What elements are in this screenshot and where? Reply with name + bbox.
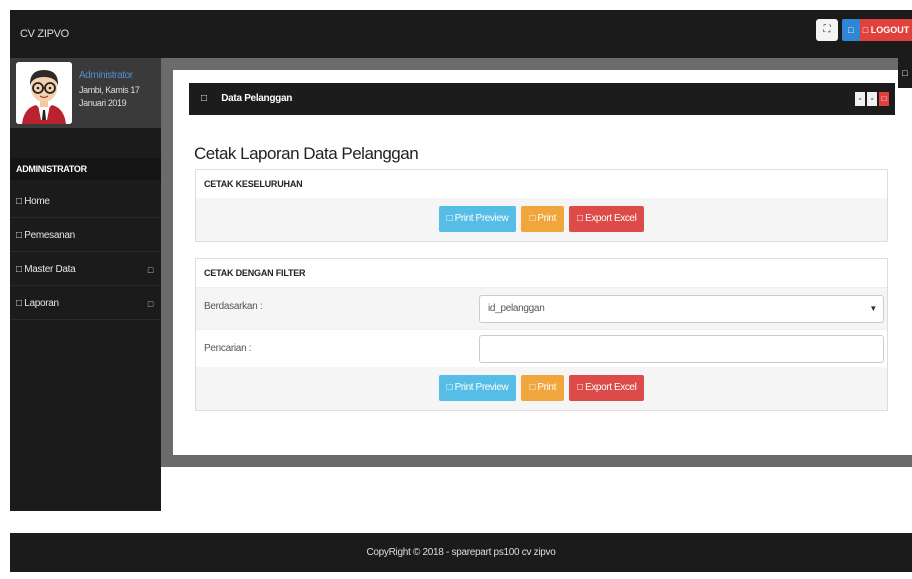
- sidebar-item-home[interactable]: □ Home: [10, 186, 161, 218]
- search-label: Pencarian :: [204, 343, 252, 354]
- print-all-title: CETAK KESELURUHAN: [196, 170, 887, 198]
- sidebar-item-pemesanan[interactable]: □ Pemesanan: [10, 220, 161, 252]
- filter-export-excel-button[interactable]: □ Export Excel: [569, 375, 645, 401]
- sidebar-item-master-data[interactable]: □ Master Data □: [10, 254, 161, 286]
- close-panel-button[interactable]: □: [879, 92, 889, 106]
- panel-header: □ Data Pelanggan - - □: [189, 83, 895, 115]
- based-on-select[interactable]: id_pelanggan ▼: [479, 295, 884, 323]
- print-filter-title: CETAK DENGAN FILTER: [196, 259, 887, 287]
- chevron-icon: □: [147, 265, 153, 275]
- filter-print-button[interactable]: □ Print: [521, 375, 564, 401]
- brand-name[interactable]: CV ZIPVO: [20, 28, 69, 40]
- print-button[interactable]: □ Print: [521, 206, 564, 232]
- logout-button[interactable]: □ LOGOUT: [860, 19, 912, 41]
- settings-side-tab[interactable]: □: [898, 58, 912, 88]
- fullscreen-button[interactable]: ⛶: [816, 19, 838, 41]
- print-filter-box: CETAK DENGAN FILTER Berdasarkan : id_pel…: [195, 258, 888, 411]
- user-panel: Administrator Jambi, Kamis 17 Januari 20…: [10, 58, 161, 128]
- dropdown-arrow-icon: ▼: [869, 304, 877, 313]
- filter-print-preview-button[interactable]: □ Print Preview: [438, 375, 517, 401]
- panel-tools: - - □: [853, 92, 889, 106]
- minimize-panel-button[interactable]: -: [867, 92, 877, 106]
- user-name: Administrator: [79, 70, 133, 81]
- print-preview-button[interactable]: □ Print Preview: [438, 206, 517, 232]
- export-excel-button[interactable]: □ Export Excel: [569, 206, 645, 232]
- footer: CopyRight © 2018 - sparepart ps100 cv zi…: [10, 533, 912, 572]
- print-all-actions: □ Print Preview □ Print □ Export Excel: [196, 198, 887, 241]
- page-title: Cetak Laporan Data Pelanggan: [194, 144, 419, 163]
- sidebar-item-laporan[interactable]: □ Laporan □: [10, 288, 161, 320]
- avatar-illustration-icon: [16, 62, 72, 124]
- based-on-label: Berdasarkan :: [204, 301, 263, 312]
- chevron-icon: □: [147, 299, 153, 309]
- content-area: □ Data Pelanggan - - □ Cetak Laporan Data …: [173, 70, 912, 455]
- search-row: Pencarian :: [196, 329, 887, 367]
- sidebar: Administrator Jambi, Kamis 17 Januari 20…: [10, 58, 161, 511]
- print-all-box: CETAK KESELURUHAN □ Print Preview □ Prin…: [195, 169, 888, 242]
- content-frame: □ Data Pelanggan - - □ Cetak Laporan Data …: [161, 58, 912, 467]
- top-navbar: CV ZIPVO ⛶ □ □ LOGOUT: [10, 10, 912, 58]
- sidebar-item-label: □ Pemesanan: [16, 230, 75, 241]
- panel-title: Data Pelanggan: [221, 93, 293, 104]
- avatar: [16, 62, 72, 124]
- based-on-selected-value: id_pelanggan: [488, 303, 545, 314]
- search-input[interactable]: [479, 335, 884, 363]
- based-on-row: Berdasarkan : id_pelanggan ▼: [196, 287, 887, 329]
- sidebar-item-label: □ Laporan: [16, 298, 59, 309]
- print-filter-actions: □ Print Preview □ Print □ Export Excel: [196, 367, 887, 410]
- collapse-panel-button[interactable]: -: [855, 92, 865, 106]
- sidebar-header: ADMINISTRATOR: [10, 158, 161, 180]
- panel-icon: □: [201, 93, 207, 104]
- user-date: Jambi, Kamis 17 Januari 2019: [79, 85, 140, 108]
- sidebar-item-label: □ Home: [16, 196, 50, 207]
- sidebar-item-label: □ Master Data: [16, 264, 76, 275]
- user-icon-button[interactable]: □: [842, 19, 860, 41]
